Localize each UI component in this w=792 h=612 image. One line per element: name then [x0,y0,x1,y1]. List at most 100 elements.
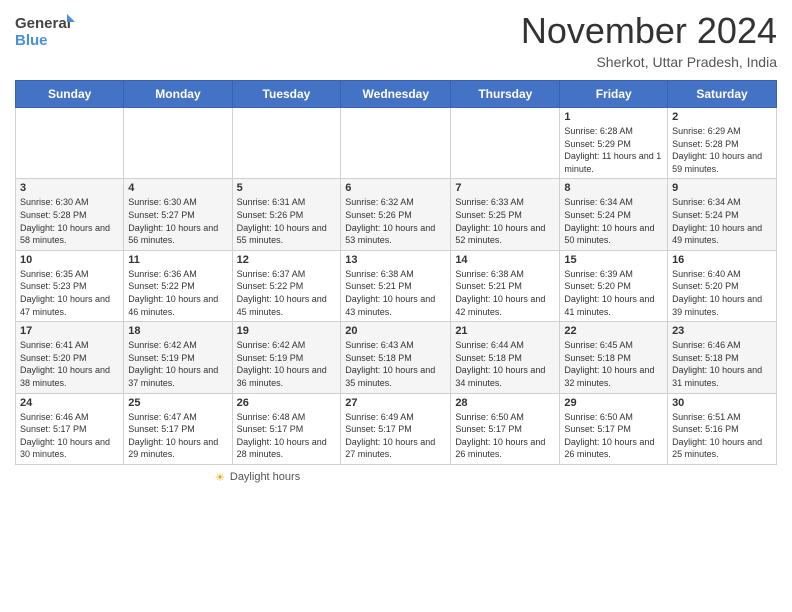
calendar-cell [451,108,560,179]
calendar-cell: 28Sunrise: 6:50 AM Sunset: 5:17 PM Dayli… [451,393,560,464]
calendar-week-row: 17 Sunrise: 6:41 AM Sunset: 5:20 PM Dayli… [16,322,777,393]
calendar-cell: 24 Sunrise: 6:46 AM Sunset: 5:17 PM Dayli… [16,393,124,464]
day-info: Sunrise: 6:37 AM Sunset: 5:22 PM Dayligh… [237,268,337,318]
calendar-cell: 5 Sunrise: 6:31 AM Sunset: 5:26 PM Daylig… [232,179,341,250]
sun-icon: ☀ [215,471,225,484]
day-number: 16 [672,254,772,266]
calendar-week-row: 1 Sunrise: 6:28 AM Sunset: 5:29 PM Daylig… [16,108,777,179]
day-number: 1 [564,111,663,123]
day-number: 2 [672,111,772,123]
day-info: Sunrise: 6:50 AM Sunset: 5:17 PM Dayligh… [455,411,555,461]
day-info: Sunrise: 6:35 AM Sunset: 5:23 PM Dayligh… [20,268,119,318]
header: General Blue November 2024 Sherkot, Utta… [15,10,777,70]
calendar-cell: 14 Sunrise: 6:38 AM Sunset: 5:21 PM Dayli… [451,250,560,321]
daylight-label: Daylight hours [230,471,300,483]
day-number: 5 [237,182,337,194]
day-number: 25 [128,397,227,409]
calendar-cell [341,108,451,179]
day-number: 24 [20,397,119,409]
weekday-header: Tuesday [232,81,341,108]
day-number: 8 [564,182,663,194]
logo-svg: General Blue [15,10,75,50]
day-info: Sunrise: 6:44 AM Sunset: 5:18 PM Dayligh… [455,339,555,389]
calendar-header-row: SundayMondayTuesdayWednesdayThursdayFrid… [16,81,777,108]
page: General Blue November 2024 Sherkot, Utta… [0,0,792,612]
day-info: Sunrise: 6:36 AM Sunset: 5:22 PM Dayligh… [128,268,227,318]
weekday-header: Friday [560,81,668,108]
calendar-cell: 10 Sunrise: 6:35 AM Sunset: 5:23 PM Dayli… [16,250,124,321]
day-info: Sunrise: 6:47 AM Sunset: 5:17 PM Dayligh… [128,411,227,461]
calendar-week-row: 24 Sunrise: 6:46 AM Sunset: 5:17 PM Dayli… [16,393,777,464]
day-number: 17 [20,325,119,337]
day-number: 26 [237,397,337,409]
calendar-week-row: 3 Sunrise: 6:30 AM Sunset: 5:28 PM Daylig… [16,179,777,250]
day-info: Sunrise: 6:34 AM Sunset: 5:24 PM Dayligh… [564,196,663,246]
calendar-cell [232,108,341,179]
day-number: 14 [455,254,555,266]
calendar-cell: 6Sunrise: 6:32 AM Sunset: 5:26 PM Daylig… [341,179,451,250]
calendar-cell: 4 Sunrise: 6:30 AM Sunset: 5:27 PM Daylig… [124,179,232,250]
calendar-cell: 12 Sunrise: 6:37 AM Sunset: 5:22 PM Dayli… [232,250,341,321]
svg-text:General: General [15,15,71,32]
day-number: 3 [20,182,119,194]
day-info: Sunrise: 6:29 AM Sunset: 5:28 PM Dayligh… [672,125,772,175]
weekday-header: Monday [124,81,232,108]
day-info: Sunrise: 6:28 AM Sunset: 5:29 PM Dayligh… [564,125,663,175]
day-number: 19 [237,325,337,337]
day-info: Sunrise: 6:30 AM Sunset: 5:27 PM Dayligh… [128,196,227,246]
day-info: Sunrise: 6:38 AM Sunset: 5:21 PM Dayligh… [455,268,555,318]
calendar-cell: 30 Sunrise: 6:51 AM Sunset: 5:16 PM Dayli… [668,393,777,464]
calendar-cell: 25 Sunrise: 6:47 AM Sunset: 5:17 PM Dayli… [124,393,232,464]
weekday-header: Saturday [668,81,777,108]
calendar-cell: 21 Sunrise: 6:44 AM Sunset: 5:18 PM Dayli… [451,322,560,393]
day-info: Sunrise: 6:46 AM Sunset: 5:17 PM Dayligh… [20,411,119,461]
calendar-cell [124,108,232,179]
svg-text:Blue: Blue [15,32,48,49]
day-info: Sunrise: 6:42 AM Sunset: 5:19 PM Dayligh… [237,339,337,389]
day-number: 12 [237,254,337,266]
day-info: Sunrise: 6:30 AM Sunset: 5:28 PM Dayligh… [20,196,119,246]
footer: ☀ Daylight hours [15,471,777,484]
day-info: Sunrise: 6:40 AM Sunset: 5:20 PM Dayligh… [672,268,772,318]
day-number: 27 [345,397,446,409]
day-info: Sunrise: 6:32 AM Sunset: 5:26 PM Dayligh… [345,196,446,246]
calendar-cell: 18Sunrise: 6:42 AM Sunset: 5:19 PM Dayli… [124,322,232,393]
day-number: 23 [672,325,772,337]
day-info: Sunrise: 6:46 AM Sunset: 5:18 PM Dayligh… [672,339,772,389]
calendar-cell: 15Sunrise: 6:39 AM Sunset: 5:20 PM Dayli… [560,250,668,321]
calendar-table: SundayMondayTuesdayWednesdayThursdayFrid… [15,80,777,465]
day-info: Sunrise: 6:34 AM Sunset: 5:24 PM Dayligh… [672,196,772,246]
calendar-cell: 17 Sunrise: 6:41 AM Sunset: 5:20 PM Dayli… [16,322,124,393]
day-info: Sunrise: 6:31 AM Sunset: 5:26 PM Dayligh… [237,196,337,246]
weekday-header: Thursday [451,81,560,108]
day-number: 15 [564,254,663,266]
day-number: 20 [345,325,446,337]
calendar-cell: 20Sunrise: 6:43 AM Sunset: 5:18 PM Dayli… [341,322,451,393]
day-info: Sunrise: 6:48 AM Sunset: 5:17 PM Dayligh… [237,411,337,461]
calendar-cell: 7Sunrise: 6:33 AM Sunset: 5:25 PM Daylig… [451,179,560,250]
calendar-cell: 8 Sunrise: 6:34 AM Sunset: 5:24 PM Daylig… [560,179,668,250]
day-number: 10 [20,254,119,266]
day-number: 21 [455,325,555,337]
day-info: Sunrise: 6:38 AM Sunset: 5:21 PM Dayligh… [345,268,446,318]
day-number: 11 [128,254,227,266]
calendar-cell: 22Sunrise: 6:45 AM Sunset: 5:18 PM Dayli… [560,322,668,393]
day-number: 30 [672,397,772,409]
calendar-cell: 13Sunrise: 6:38 AM Sunset: 5:21 PM Dayli… [341,250,451,321]
calendar-cell: 3 Sunrise: 6:30 AM Sunset: 5:28 PM Daylig… [16,179,124,250]
calendar-cell: 1 Sunrise: 6:28 AM Sunset: 5:29 PM Daylig… [560,108,668,179]
day-number: 9 [672,182,772,194]
calendar-cell: 26 Sunrise: 6:48 AM Sunset: 5:17 PM Dayli… [232,393,341,464]
calendar-cell: 9 Sunrise: 6:34 AM Sunset: 5:24 PM Daylig… [668,179,777,250]
calendar-cell: 27 Sunrise: 6:49 AM Sunset: 5:17 PM Dayli… [341,393,451,464]
day-info: Sunrise: 6:41 AM Sunset: 5:20 PM Dayligh… [20,339,119,389]
day-info: Sunrise: 6:51 AM Sunset: 5:16 PM Dayligh… [672,411,772,461]
day-info: Sunrise: 6:33 AM Sunset: 5:25 PM Dayligh… [455,196,555,246]
weekday-header: Wednesday [341,81,451,108]
day-number: 4 [128,182,227,194]
calendar-cell: 16 Sunrise: 6:40 AM Sunset: 5:20 PM Dayli… [668,250,777,321]
weekday-header: Sunday [16,81,124,108]
month-title: November 2024 [521,10,777,52]
day-info: Sunrise: 6:49 AM Sunset: 5:17 PM Dayligh… [345,411,446,461]
calendar-cell: 19 Sunrise: 6:42 AM Sunset: 5:19 PM Dayli… [232,322,341,393]
